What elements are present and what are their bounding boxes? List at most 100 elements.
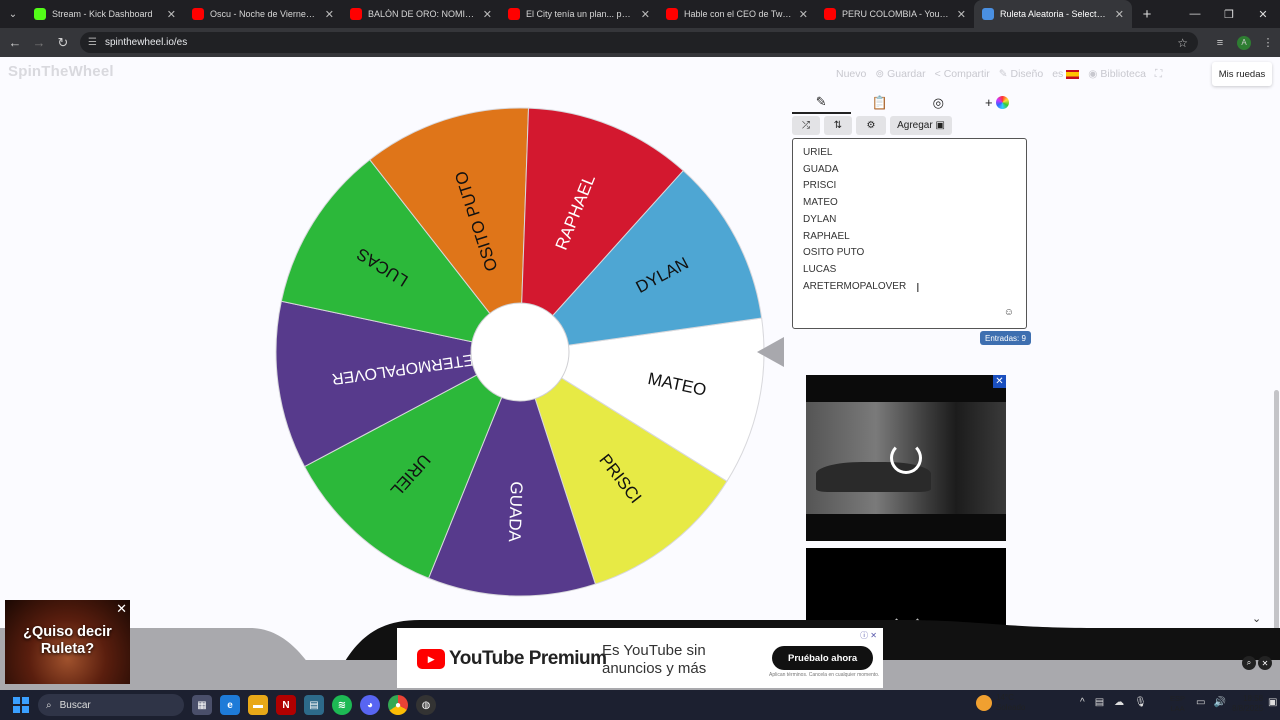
add-image-button[interactable]: Agregar ▣ [890,116,952,135]
clipboard-icon[interactable]: 📋 [851,91,910,114]
minimize-icon[interactable]: — [1178,0,1212,28]
fullscreen-icon[interactable]: ⛶ [1155,68,1162,81]
taskbar-clock[interactable]: 18:58 8/8/2025 [1232,694,1263,714]
weather-widget[interactable]: 14°C Soleado [976,693,1025,713]
image-icon: ▣ [935,120,945,131]
tab-title: El City tenía un plan... pero Ech [526,9,635,19]
kick-icon [34,8,46,20]
close-tab-icon[interactable]: ✕ [641,8,650,21]
site-info-icon[interactable]: ☰ [88,37,97,48]
design-button[interactable]: ✎ Diseño [999,68,1043,80]
library-button[interactable]: ◉ Biblioteca [1088,68,1146,80]
windows-start-icon[interactable] [13,697,29,713]
close-tab-icon[interactable]: ✕ [1115,8,1124,21]
close-tab-icon[interactable]: ✕ [957,8,966,21]
language-selector[interactable]: es [1052,68,1080,80]
save-icon: ⊚ [875,68,885,80]
my-wheels-button[interactable]: Mis ruedas [1212,62,1272,86]
close-window-icon[interactable]: ✕ [1246,0,1280,28]
restore-icon[interactable]: ❐ [1212,0,1246,28]
globe-icon: ◉ [1088,68,1098,80]
browser-tab[interactable]: Oscu - Noche de Viernes (Vide ✕ [184,0,342,28]
add-color-icon[interactable]: + [968,91,1027,114]
edit-pencil-icon[interactable]: ✎ [792,91,851,114]
new-tab-button[interactable]: + [1132,0,1162,28]
roulette-promo[interactable]: ¿Quiso decir Ruleta? ✕ [5,600,130,684]
volume-icon[interactable]: 🔊 [1213,697,1225,708]
display-icon[interactable]: ▭ [1196,697,1205,708]
discord-app-icon[interactable]: ◕ [360,695,380,715]
microphone-icon[interactable]: 🎙 [1134,697,1147,708]
tab-title: Hable con el CEO de Twitch - Y [684,9,793,19]
tab-title: Stream - Kick Dashboard [52,9,153,19]
notifications-icon[interactable]: ▣ [1268,697,1277,708]
store-app-icon[interactable]: ▤ [304,695,324,715]
browser-tab[interactable]: El City tenía un plan... pero Ech ✕ [500,0,658,28]
browser-tab[interactable]: Hable con el CEO de Twitch - Y ✕ [658,0,816,28]
cloud-icon[interactable]: ☁ [1114,697,1124,708]
close-overlay-icon[interactable]: ✕ [1258,656,1272,670]
page-scrollbar[interactable] [1274,390,1279,630]
library-label: Biblioteca [1100,68,1146,80]
browser-menu-icon[interactable]: ⋮ [1256,36,1280,49]
add-image-label: Agregar [897,120,933,131]
tray-app-icon[interactable]: ▤ [1095,697,1104,708]
close-tab-icon[interactable]: ✕ [799,8,808,21]
browser-tab-strip: ⌄ Stream - Kick Dashboard ✕ Oscu - Noche d… [0,0,1280,28]
browser-tab[interactable]: PERU COLOMBIA - YouTube ✕ [816,0,974,28]
forward-icon[interactable]: → [27,35,51,50]
browser-tab[interactable]: BALÓN DE ORO: NOMINADOS ✕ [342,0,500,28]
ad-cta-button[interactable]: Pruébalo ahora [772,646,874,670]
pencil-icon: ✎ [998,68,1008,80]
reading-list-icon[interactable]: ≡ [1208,37,1232,49]
bookmark-star-icon[interactable]: ☆ [1177,36,1188,50]
spin-wheel[interactable]: MATEOPRISCIGUADAURIELARETERMOPALOVERLUCA… [260,95,780,615]
entry-line: MATEO [803,197,838,209]
sort-button[interactable]: ⇅ [824,116,852,135]
keyboard-language[interactable]: ESP LAA [1170,694,1185,714]
share-button[interactable]: < Compartir [935,68,990,80]
text-cursor-icon: I [916,280,920,295]
eye-off-icon[interactable]: ◎ [909,91,968,114]
close-tab-icon[interactable]: ✕ [167,8,176,21]
back-icon[interactable]: ← [3,35,27,50]
spotify-app-icon[interactable]: ≋ [332,695,352,715]
widgets-app-icon[interactable]: ▦ [192,695,212,715]
new-wheel-button[interactable]: Nuevo [836,68,866,80]
ad-info-icon[interactable]: ⓘ ✕ [860,630,877,641]
zoom-icon[interactable]: ⌕ [1242,656,1256,670]
profile-avatar[interactable]: A [1237,35,1251,50]
browser-tab[interactable]: Stream - Kick Dashboard ✕ [26,0,184,28]
edge-app-icon[interactable]: e [220,695,240,715]
site-logo[interactable]: SpinTheWheel [8,63,114,80]
reload-icon[interactable]: ↻ [51,35,75,51]
entries-textarea[interactable]: URIEL GUADA PRISCI MATEO DYLAN RAPHAEL OSITO P… [792,138,1027,329]
video-player-1[interactable] [806,375,1006,541]
play-icon: ▶ [417,649,445,669]
youtube-premium-ad[interactable]: ▶ YouTube Premium Es YouTube sin anuncios… [397,628,883,688]
close-tab-icon[interactable]: ✕ [483,8,492,21]
close-tab-icon[interactable]: ✕ [325,8,334,21]
url-input[interactable]: ☰ spinthewheel.io/es ☆ [80,32,1198,53]
save-button[interactable]: ⊚ Guardar [875,68,925,80]
entry-line: OSITO PUTO [803,247,865,259]
emoji-icon[interactable]: ☺ [1004,307,1014,318]
editor-tabs: ✎ 📋 ◎ + [792,91,1026,114]
wheel-center-hub[interactable] [470,302,570,402]
loading-spinner-icon [890,442,922,474]
taskbar-search[interactable]: ⌕ Buscar [38,694,184,716]
explorer-app-icon[interactable]: ▬ [248,695,268,715]
chrome-app-icon[interactable]: ● [388,695,408,715]
entry-line: ARETERMOPALOVER [803,280,907,292]
shuffle-button[interactable]: ⤮ [792,116,820,135]
wheel-slice-label: GUADA [505,481,526,543]
settings-button[interactable]: ⚙ [856,116,886,135]
promo-text: ¿Quiso decir Ruleta? [23,624,112,657]
netflix-app-icon[interactable]: N [276,695,296,715]
tab-search-icon[interactable]: ⌄ [0,0,26,28]
close-promo-icon[interactable]: ✕ [116,601,127,617]
obs-app-icon[interactable]: ◍ [416,695,436,715]
show-hidden-icons-icon[interactable]: ^ [1080,697,1085,708]
close-video-icon[interactable]: ✕ [993,375,1006,388]
browser-tab[interactable]: Ruleta Aleatoria - Selector Pers ✕ [974,0,1132,28]
